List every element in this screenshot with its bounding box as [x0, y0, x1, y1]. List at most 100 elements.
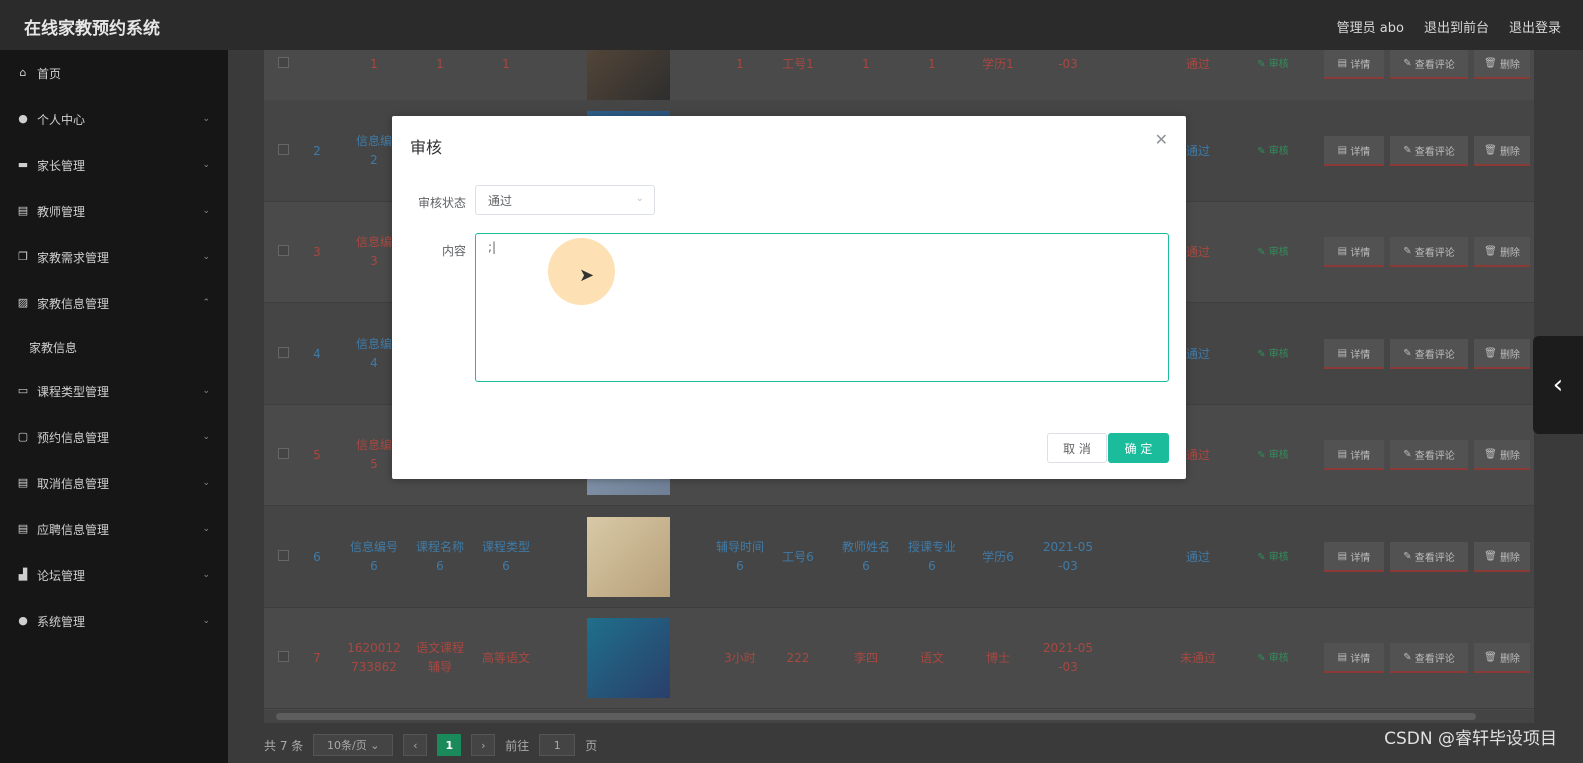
goto-page-input[interactable]: 1 [539, 734, 576, 756]
review-button[interactable]: ✎ 审核 [1248, 607, 1298, 709]
horizontal-scrollbar[interactable] [264, 710, 1534, 723]
view-comments-button[interactable]: ✎ 查看评论 [1390, 643, 1468, 673]
cell-job: 222 [786, 650, 810, 665]
sidebar-item-label: 预约信息管理 [37, 430, 110, 445]
doc-icon: ▤ [1337, 550, 1351, 562]
delete-button[interactable]: 🗑 删除 [1474, 50, 1530, 79]
chevron-up-icon: ⌃ [202, 298, 210, 308]
watermark: CSDN @睿轩毕设项目 [1384, 729, 1557, 749]
sidebar-item-label: 取消信息管理 [37, 476, 110, 491]
cell-index: 2 [313, 143, 321, 158]
sidebar-item-cancellations[interactable]: ▤ 取消信息管理 ⌄ [0, 460, 228, 506]
sidebar-item-bookings[interactable]: ▢ 预约信息管理 ⌄ [0, 414, 228, 460]
page-size-select[interactable]: 10条/页 ⌄ [313, 734, 394, 756]
next-page-button[interactable]: › [471, 734, 496, 756]
review-button[interactable]: ✎ 审核 [1248, 506, 1298, 608]
header-actions: 管理员 abo 退出到前台 退出登录 [1337, 17, 1561, 36]
chevron-down-icon: ⌄ [202, 206, 210, 216]
close-icon[interactable]: ✕ [1155, 130, 1168, 149]
clipboard-icon: ▤ [17, 204, 29, 217]
cell-name: 课程名称 6 [415, 540, 464, 573]
detail-button[interactable]: ▤ 详情 [1324, 440, 1384, 470]
page-number-current[interactable]: 1 [437, 734, 462, 756]
sidebar-item-system[interactable]: ● 系统管理 ⌄ [0, 598, 228, 644]
chevron-down-icon: ⌄ [202, 524, 210, 534]
sidebar-item-parents[interactable]: ▬ 家长管理 ⌄ [0, 142, 228, 188]
row-checkbox[interactable] [278, 347, 289, 358]
logout-link[interactable]: 退出登录 [1509, 17, 1561, 36]
delete-button[interactable]: 🗑 删除 [1474, 339, 1530, 369]
cell-status: 未通过 [1179, 650, 1216, 665]
briefcase-icon: ▬ [17, 158, 29, 171]
row-checkbox[interactable] [278, 245, 289, 256]
sidebar-item-forum[interactable]: ▟ 论坛管理 ⌄ [0, 552, 228, 598]
sidebar-item-label: 首页 [37, 66, 62, 81]
detail-button[interactable]: ▤ 详情 [1324, 50, 1384, 79]
sidebar-item-teachers[interactable]: ▤ 教师管理 ⌄ [0, 188, 228, 234]
clipboard-icon: ▤ [17, 522, 29, 535]
sidebar-item-applications[interactable]: ▤ 应聘信息管理 ⌄ [0, 506, 228, 552]
sidebar-item-label: 论坛管理 [37, 568, 86, 583]
view-comments-button[interactable]: ✎ 查看评论 [1390, 440, 1468, 470]
collapse-panel-button[interactable]: ‹ [1533, 336, 1583, 434]
row-checkbox[interactable] [278, 57, 289, 68]
review-button[interactable]: ✎ 审核 [1248, 201, 1298, 303]
detail-button[interactable]: ▤ 详情 [1324, 339, 1384, 369]
status-selected-value: 通过 [488, 193, 513, 208]
row-checkbox[interactable] [278, 550, 289, 561]
row-checkbox[interactable] [278, 144, 289, 155]
app-title: 在线家教预约系统 [24, 19, 160, 39]
sidebar-item-home[interactable]: ⌂ 首页 [0, 50, 228, 96]
delete-button[interactable]: 🗑 删除 [1474, 542, 1530, 572]
view-comments-button[interactable]: ✎ 查看评论 [1390, 237, 1468, 267]
cell-type: 课程类型 6 [481, 540, 530, 573]
cell-index: 3 [313, 244, 321, 259]
forum-icon: ▟ [18, 568, 28, 581]
row-checkbox[interactable] [278, 448, 289, 459]
sidebar-item-course-types[interactable]: ▭ 课程类型管理 ⌄ [0, 368, 228, 414]
edit-icon: ✎ [1257, 246, 1269, 258]
detail-button[interactable]: ▤ 详情 [1324, 542, 1384, 572]
edit-icon: ✎ [1257, 58, 1269, 70]
to-front-link[interactable]: 退出到前台 [1424, 17, 1489, 36]
view-comments-button[interactable]: ✎ 查看评论 [1390, 339, 1468, 369]
delete-button[interactable]: 🗑 删除 [1474, 643, 1530, 673]
prev-page-button[interactable]: ‹ [403, 734, 428, 756]
cell-major: 授课专业 6 [907, 540, 956, 573]
cell-index: 7 [313, 650, 321, 665]
row-checkbox[interactable] [278, 651, 289, 662]
scrollbar-thumb[interactable] [276, 713, 1476, 720]
dialog-title: 审核 [410, 138, 443, 157]
view-comments-button[interactable]: ✎ 查看评论 [1390, 50, 1468, 79]
status-label: 审核状态 [417, 196, 466, 210]
course-thumbnail [587, 618, 670, 698]
sidebar-item-label: 教师管理 [37, 204, 86, 219]
cancel-button[interactable]: 取 消 [1047, 433, 1107, 463]
chevron-down-icon: ⌄ [202, 432, 210, 442]
status-select[interactable]: 通过 ⌄ [475, 185, 655, 215]
cell-type: 高等语文 [481, 650, 530, 665]
sidebar-item-tutor-info[interactable]: 家教信息 [0, 324, 228, 370]
user-icon: ● [18, 614, 28, 627]
review-button[interactable]: ✎ 审核 [1248, 303, 1298, 405]
table-row: 7 1620012 733862 语文课程 辅导 高等语文 3小时 222 李四 语文 博士 20… [264, 607, 1534, 709]
sidebar-item-tutor-info-mgmt[interactable]: ▨ 家教信息管理 ⌃ [0, 280, 228, 326]
delete-button[interactable]: 🗑 删除 [1474, 136, 1530, 166]
sidebar-item-personal[interactable]: ● 个人中心 ⌄ [0, 96, 228, 142]
view-comments-button[interactable]: ✎ 查看评论 [1390, 542, 1468, 572]
detail-button[interactable]: ▤ 详情 [1324, 136, 1384, 166]
doc-icon: ▤ [1337, 57, 1351, 69]
sidebar-item-demands[interactable]: ❐ 家教需求管理 ⌄ [0, 234, 228, 280]
review-button[interactable]: ✎ 审核 [1248, 100, 1298, 202]
detail-button[interactable]: ▤ 详情 [1324, 237, 1384, 267]
confirm-button[interactable]: 确 定 [1108, 433, 1169, 463]
chevron-down-icon: ⌄ [202, 252, 210, 262]
sidebar-item-label: 家教需求管理 [37, 250, 110, 265]
cell-time: 辅导时间 6 [715, 540, 764, 573]
delete-button[interactable]: 🗑 删除 [1474, 440, 1530, 470]
edit-icon: ✎ [1403, 651, 1415, 663]
review-button[interactable]: ✎ 审核 [1248, 404, 1298, 506]
delete-button[interactable]: 🗑 删除 [1474, 237, 1530, 267]
view-comments-button[interactable]: ✎ 查看评论 [1390, 136, 1468, 166]
detail-button[interactable]: ▤ 详情 [1324, 643, 1384, 673]
